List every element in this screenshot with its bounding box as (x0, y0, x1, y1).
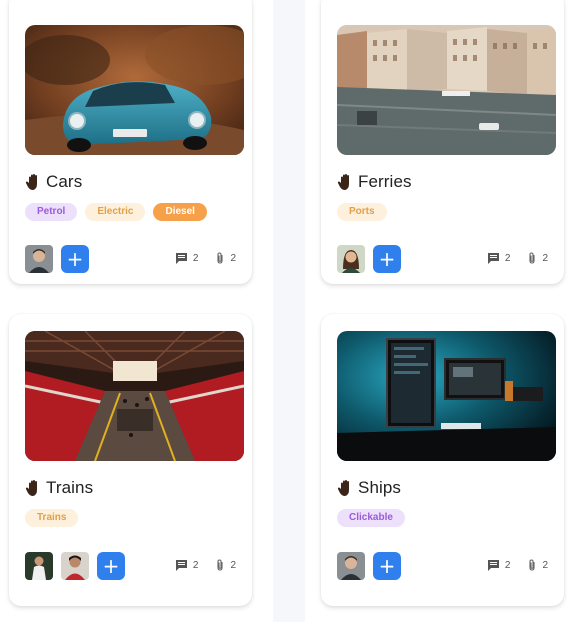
attachments-value: 2 (230, 559, 236, 571)
avatar[interactable] (25, 552, 53, 580)
tag-badge[interactable]: Petrol (25, 203, 78, 221)
comments-count[interactable]: 2 (487, 252, 511, 264)
attachments-value: 2 (542, 559, 548, 571)
card-title-row: Ferries (337, 172, 412, 192)
card-footer: + 2 2 (337, 245, 548, 273)
comments-value: 2 (504, 252, 511, 264)
card-cover-image (25, 25, 244, 155)
task-card-cars[interactable]: Cars Petrol Electric Diesel + 2 2 (9, 0, 252, 284)
card-title-row: Trains (25, 478, 93, 498)
avatar[interactable] (337, 552, 365, 580)
tag-list: Petrol Electric Diesel (25, 203, 207, 221)
assignee-list: + (337, 552, 401, 580)
tag-badge[interactable]: Ports (337, 203, 387, 221)
add-assignee-button[interactable]: + (97, 552, 125, 580)
add-assignee-button[interactable]: + (61, 245, 89, 273)
hand-icon (337, 173, 354, 191)
card-title-row: Cars (25, 172, 82, 192)
tag-list: Clickable (337, 509, 405, 527)
card-footer: + 2 2 (337, 552, 548, 580)
card-footer: + 2 2 (25, 245, 236, 273)
card-title: Ferries (358, 172, 412, 191)
tag-list: Ports (337, 203, 387, 221)
card-footer: + 2 2 (25, 552, 236, 580)
avatar[interactable] (337, 245, 365, 273)
hand-icon (337, 479, 354, 497)
add-assignee-button[interactable]: + (373, 245, 401, 273)
comment-icon (487, 559, 499, 571)
card-title: Trains (46, 478, 94, 497)
add-assignee-button[interactable]: + (373, 552, 401, 580)
assignee-list: + (337, 245, 401, 273)
tag-badge[interactable]: Diesel (153, 203, 207, 221)
comments-value: 2 (192, 252, 199, 264)
tag-badge[interactable]: Clickable (337, 509, 405, 527)
card-cover-image (337, 25, 556, 155)
paperclip-icon (217, 559, 223, 571)
assignee-list: + (25, 552, 125, 580)
paperclip-icon (529, 252, 535, 264)
attachments-count[interactable]: 2 (528, 252, 548, 264)
comment-icon (487, 252, 499, 264)
attachments-value: 2 (230, 252, 236, 264)
paperclip-icon (217, 252, 223, 264)
avatar[interactable] (61, 552, 89, 580)
paperclip-icon (529, 559, 535, 571)
avatar[interactable] (25, 245, 53, 273)
attachments-count[interactable]: 2 (528, 559, 548, 571)
card-stats: 2 2 (175, 252, 236, 264)
attachments-count[interactable]: 2 (216, 559, 236, 571)
card-stats: 2 2 (175, 559, 236, 571)
comments-value: 2 (504, 559, 511, 571)
card-title-row: Ships (337, 478, 401, 498)
attachments-count[interactable]: 2 (216, 252, 236, 264)
comment-icon (175, 252, 187, 264)
assignee-list: + (25, 245, 89, 273)
task-card-ships[interactable]: Ships Clickable + 2 2 (321, 314, 564, 606)
card-cover-image (25, 331, 244, 461)
attachments-value: 2 (542, 252, 548, 264)
comments-count[interactable]: 2 (175, 559, 199, 571)
comments-value: 2 (192, 559, 199, 571)
hand-icon (25, 479, 42, 497)
comments-count[interactable]: 2 (175, 252, 199, 264)
card-stats: 2 2 (487, 252, 548, 264)
tag-badge[interactable]: Trains (25, 509, 79, 527)
tag-list: Trains (25, 509, 79, 527)
column-gutter (273, 0, 305, 622)
comments-count[interactable]: 2 (487, 559, 511, 571)
card-cover-image (337, 331, 556, 461)
task-card-trains[interactable]: Trains Trains + 2 2 (9, 314, 252, 606)
card-stats: 2 2 (487, 559, 548, 571)
hand-icon (25, 173, 42, 191)
tag-badge[interactable]: Electric (85, 203, 146, 221)
task-card-ferries[interactable]: Ferries Ports + 2 2 (321, 0, 564, 284)
card-title: Ships (358, 478, 402, 497)
card-title: Cars (46, 172, 83, 191)
comment-icon (175, 559, 187, 571)
